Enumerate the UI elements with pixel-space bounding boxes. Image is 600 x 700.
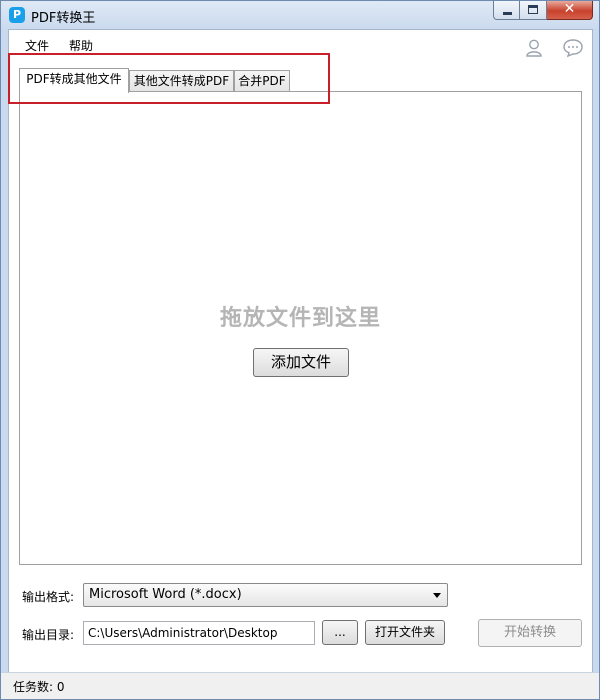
output-dir-label: 输出目录: — [22, 628, 75, 642]
add-file-button[interactable]: 添加文件 — [253, 348, 349, 377]
window-controls: ✕ — [493, 1, 593, 20]
dropdown-arrow-icon — [433, 593, 441, 598]
chat-icon[interactable] — [562, 38, 584, 60]
status-bar: 任务数: 0 — [1, 672, 599, 699]
menu-file[interactable]: 文件 — [25, 37, 49, 54]
app-logo-icon: P — [9, 7, 25, 23]
app-window: P PDF转换王 ✕ 文件 帮助 PDF转成其他文件 其他文件转成PDF 合并P… — [0, 0, 600, 700]
task-count: 任务数: 0 — [13, 680, 65, 694]
title-bar[interactable]: P PDF转换王 ✕ — [1, 1, 599, 29]
window-title: PDF转换王 — [31, 11, 96, 26]
minimize-icon — [503, 12, 512, 15]
file-drop-zone[interactable]: 拖放文件到这里 添加文件 — [19, 91, 582, 565]
menu-help[interactable]: 帮助 — [69, 37, 93, 54]
browse-button[interactable]: ... — [322, 620, 358, 645]
open-folder-button[interactable]: 打开文件夹 — [365, 620, 445, 645]
close-icon: ✕ — [563, 1, 576, 17]
output-format-label: 输出格式: — [22, 590, 75, 604]
start-convert-button[interactable]: 开始转换 — [478, 619, 582, 647]
output-format-value: Microsoft Word (*.docx) — [89, 587, 242, 602]
drop-hint-text: 拖放文件到这里 — [219, 306, 381, 331]
maximize-icon — [528, 5, 538, 14]
user-icon[interactable] — [524, 38, 546, 60]
output-dir-input[interactable]: C:\Users\Administrator\Desktop — [83, 621, 315, 645]
maximize-button[interactable] — [520, 1, 547, 20]
client-area: 文件 帮助 PDF转成其他文件 其他文件转成PDF 合并PDF 拖放文件到这里 … — [8, 29, 593, 675]
output-format-select[interactable]: Microsoft Word (*.docx) — [83, 583, 448, 607]
close-button[interactable]: ✕ — [547, 1, 593, 20]
highlight-annotation-box — [8, 53, 330, 104]
minimize-button[interactable] — [493, 1, 520, 20]
